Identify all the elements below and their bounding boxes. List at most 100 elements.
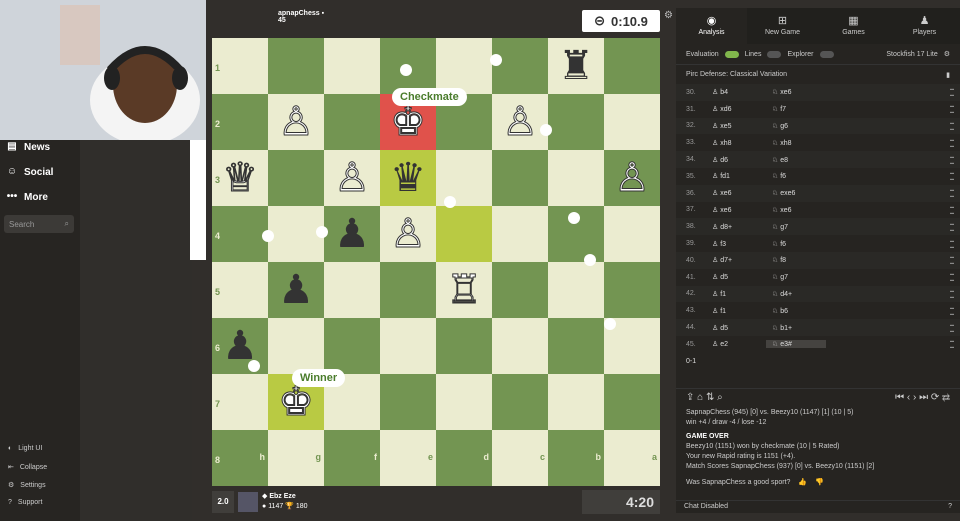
black-move[interactable]: ♘ g7 bbox=[766, 223, 826, 231]
white-move[interactable]: ♙ xe6 bbox=[706, 189, 766, 197]
board-square[interactable] bbox=[548, 318, 604, 374]
board-square[interactable] bbox=[268, 150, 324, 206]
board-square[interactable]: g bbox=[268, 430, 324, 486]
white-move[interactable]: ♙ xe5 bbox=[706, 122, 766, 130]
white-pawn[interactable]: ♙ bbox=[334, 156, 371, 201]
board-square[interactable] bbox=[492, 318, 548, 374]
board-square[interactable] bbox=[492, 150, 548, 206]
board-square[interactable] bbox=[268, 318, 324, 374]
board-square[interactable] bbox=[436, 206, 492, 262]
board-square[interactable]: ♙ bbox=[492, 94, 548, 150]
board-square[interactable] bbox=[324, 38, 380, 94]
white-move[interactable]: ♙ xh8 bbox=[706, 139, 766, 147]
black-rook[interactable]: ♜ bbox=[558, 44, 594, 88]
white-pawn[interactable]: ♙ bbox=[502, 100, 539, 145]
board-square[interactable]: 7 bbox=[212, 374, 268, 430]
black-move[interactable]: ♘ e8 bbox=[766, 156, 826, 164]
black-move[interactable]: ♘ xe6 bbox=[766, 206, 826, 214]
tab-players[interactable]: ♟ Players bbox=[889, 8, 960, 44]
board-square[interactable] bbox=[324, 94, 380, 150]
black-move[interactable]: ♘ b6 bbox=[766, 307, 826, 315]
black-move[interactable]: ♘ f8 bbox=[766, 256, 826, 264]
board-square[interactable]: b bbox=[548, 430, 604, 486]
thumbs-up-icon[interactable]: 👍 bbox=[798, 478, 807, 486]
board-square[interactable] bbox=[604, 374, 660, 430]
black-move[interactable]: ♘ exe6 bbox=[766, 189, 826, 197]
black-move[interactable]: ♘ g6 bbox=[766, 122, 826, 130]
board-square[interactable] bbox=[548, 150, 604, 206]
board-square[interactable] bbox=[436, 38, 492, 94]
white-pawn[interactable]: ♙ bbox=[614, 156, 651, 201]
board-square[interactable]: 2 bbox=[212, 94, 268, 150]
white-move[interactable]: ♙ d7+ bbox=[706, 256, 766, 264]
black-move[interactable]: ♘ g7 bbox=[766, 273, 826, 281]
board-square[interactable]: f bbox=[324, 430, 380, 486]
board-square[interactable]: ♟ bbox=[268, 262, 324, 318]
board-square[interactable]: 8h bbox=[212, 430, 268, 486]
support-button[interactable]: ? Support bbox=[8, 499, 42, 506]
board-square[interactable] bbox=[380, 374, 436, 430]
board-square[interactable]: d bbox=[436, 430, 492, 486]
nav-news[interactable]: ▤ News bbox=[6, 141, 50, 153]
board-square[interactable] bbox=[436, 374, 492, 430]
board-square[interactable]: ♙ bbox=[324, 150, 380, 206]
board-square[interactable]: 4 bbox=[212, 206, 268, 262]
black-pawn[interactable]: ♟ bbox=[278, 268, 314, 312]
white-queen[interactable]: ♕ bbox=[222, 156, 259, 201]
board-square[interactable]: e bbox=[380, 430, 436, 486]
board-square[interactable] bbox=[492, 38, 548, 94]
white-pawn[interactable]: ♙ bbox=[278, 100, 315, 145]
help-icon[interactable]: ? bbox=[948, 503, 952, 511]
board-square[interactable]: ♙ bbox=[604, 150, 660, 206]
evaluation-toggle[interactable] bbox=[724, 50, 739, 58]
board-square[interactable] bbox=[604, 206, 660, 262]
board-square[interactable]: ♜ bbox=[548, 38, 604, 94]
white-move[interactable]: ♙ f1 bbox=[706, 307, 766, 315]
nav-social[interactable]: ☺ Social bbox=[6, 166, 54, 178]
black-move[interactable]: ♘ xh8 bbox=[766, 139, 826, 147]
explorer-toggle[interactable] bbox=[819, 50, 834, 58]
black-queen[interactable]: ♛ bbox=[390, 156, 426, 200]
settings-button[interactable]: ⚙ Settings bbox=[8, 481, 46, 490]
white-rook[interactable]: ♖ bbox=[446, 268, 483, 313]
nav-more[interactable]: ••• More bbox=[6, 191, 48, 203]
board-square[interactable]: ♙ bbox=[268, 94, 324, 150]
board-square[interactable] bbox=[268, 38, 324, 94]
board-square[interactable]: 3 ♕ bbox=[212, 150, 268, 206]
lines-toggle[interactable] bbox=[767, 50, 782, 58]
board-square[interactable] bbox=[492, 374, 548, 430]
white-move[interactable]: ♙ xe6 bbox=[706, 206, 766, 214]
white-move[interactable]: ♙ f3 bbox=[706, 240, 766, 248]
search-input[interactable]: Search ⌕ bbox=[4, 215, 74, 233]
black-move[interactable]: ♘ xe6 bbox=[766, 88, 826, 96]
white-move[interactable]: ♙ d8+ bbox=[706, 223, 766, 231]
black-move[interactable]: ♘ f6 bbox=[766, 172, 826, 180]
black-move[interactable]: ♘ e3# bbox=[766, 340, 826, 349]
board-square[interactable]: c bbox=[492, 430, 548, 486]
tab-games[interactable]: ▦ Games bbox=[818, 8, 889, 44]
tab-analysis[interactable]: ◉ Analysis bbox=[676, 8, 747, 44]
board-square[interactable] bbox=[492, 262, 548, 318]
nav-arrows[interactable]: ⏮ ‹ › ⏭ ⟳ ⇄ bbox=[895, 392, 950, 403]
board-square[interactable] bbox=[492, 206, 548, 262]
board-square[interactable]: 1 bbox=[212, 38, 268, 94]
white-move[interactable]: ♙ d6 bbox=[706, 156, 766, 164]
board-square[interactable] bbox=[324, 262, 380, 318]
board-square[interactable]: a bbox=[604, 430, 660, 486]
board-square[interactable] bbox=[548, 374, 604, 430]
board-square[interactable]: ♟ bbox=[324, 206, 380, 262]
board-settings-icon[interactable]: ⚙ bbox=[664, 10, 673, 21]
gear-icon[interactable]: ⚙ bbox=[944, 50, 950, 58]
board-square[interactable]: 5 bbox=[212, 262, 268, 318]
white-move[interactable]: ♙ f1 bbox=[706, 290, 766, 298]
board-square[interactable] bbox=[604, 38, 660, 94]
share-icon[interactable]: ⇪ ⌂ ⇅ ⌕ bbox=[686, 392, 723, 403]
tab-new-game[interactable]: ⊞ New Game bbox=[747, 8, 818, 44]
white-pawn[interactable]: ♙ bbox=[390, 212, 427, 257]
black-move[interactable]: ♘ f6 bbox=[766, 240, 826, 248]
white-move[interactable]: ♙ d5 bbox=[706, 324, 766, 332]
white-move[interactable]: ♙ d5 bbox=[706, 273, 766, 281]
collapse-button[interactable]: ⇤ Collapse bbox=[8, 463, 47, 472]
board-square[interactable] bbox=[548, 94, 604, 150]
board-square[interactable]: ♙ bbox=[380, 206, 436, 262]
